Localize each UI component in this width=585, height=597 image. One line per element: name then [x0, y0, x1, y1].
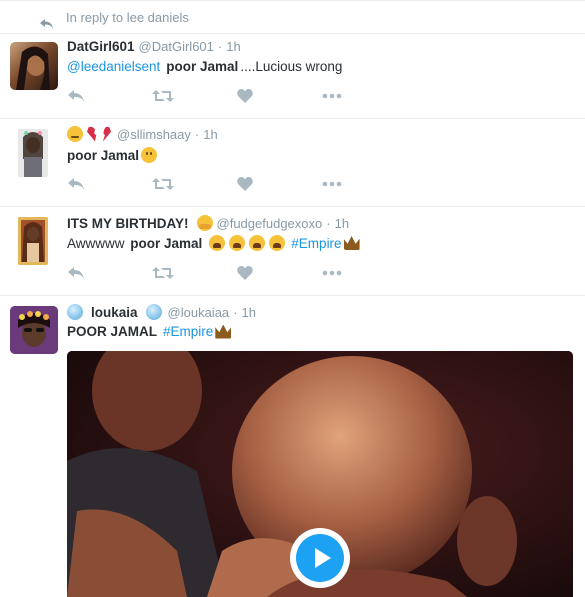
separator-dot: ·: [217, 39, 223, 54]
timestamp[interactable]: 1h: [226, 39, 240, 54]
reply-icon[interactable]: [67, 266, 85, 280]
tweet[interactable]: ITS MY BIRTHDAY! @fudgefudgexoxo · 1h Aw…: [0, 207, 585, 296]
retweet-icon[interactable]: [152, 177, 174, 191]
tweet[interactable]: @sllimshaay · 1h poor Jamal: [0, 119, 585, 207]
tweet-text-prefix: Awwwww: [67, 235, 129, 251]
reply-arrow-icon: [40, 19, 53, 29]
timestamp[interactable]: 1h: [242, 305, 256, 320]
display-name[interactable]: ITS MY BIRTHDAY!: [67, 216, 189, 231]
tweet-header: @sllimshaay · 1h: [67, 126, 218, 142]
like-icon[interactable]: [237, 177, 253, 191]
avatar[interactable]: [18, 129, 48, 177]
timestamp[interactable]: 1h: [203, 127, 217, 142]
weary-face-emoji: [249, 235, 266, 251]
like-icon[interactable]: [237, 89, 253, 103]
hugging-face-emoji: [196, 215, 213, 231]
hashtag-link[interactable]: #Empire: [163, 324, 213, 339]
weary-face-emoji: [269, 235, 286, 251]
weary-face-emoji: [229, 235, 246, 251]
frowning-face-emoji: [141, 147, 158, 163]
username[interactable]: @fudgefudgexoxo: [217, 216, 323, 231]
bold-text: POOR JAMAL: [67, 324, 158, 339]
play-button[interactable]: [290, 528, 350, 588]
retweet-icon[interactable]: [152, 89, 174, 103]
tweet-text: poor Jamal: [67, 147, 158, 163]
separator-dot: ·: [326, 215, 331, 231]
weary-face-emoji: [209, 235, 226, 251]
mention-link[interactable]: @leedanielsent: [67, 59, 160, 74]
separator-dot: ·: [194, 126, 200, 142]
tweet-text-rest: ....Lucious wrong: [240, 59, 343, 74]
hashtag-link[interactable]: #Empire: [291, 236, 341, 251]
bold-text: poor Jamal: [67, 147, 140, 163]
display-name[interactable]: DatGirl601: [67, 39, 135, 54]
tweet-text: Awwwww poor Jamal #Empire: [67, 235, 360, 251]
tweet-text: POOR JAMAL #Empire: [67, 324, 232, 339]
crown-emoji: [343, 236, 360, 250]
display-name[interactable]: loukaia: [91, 305, 138, 320]
tweet[interactable]: DatGirl601 @DatGirl601 · 1h @leedanielse…: [0, 34, 585, 119]
more-icon[interactable]: [322, 181, 342, 187]
tweet-actions: [67, 263, 407, 283]
bold-text: poor Jamal: [166, 59, 239, 74]
tweet-header: ITS MY BIRTHDAY! @fudgefudgexoxo · 1h: [67, 215, 349, 231]
username[interactable]: @loukaiaa: [168, 305, 230, 320]
video-media[interactable]: [67, 351, 573, 597]
tweet-text: @leedanielsent poor Jamal ....Lucious wr…: [67, 59, 342, 74]
reply-context[interactable]: In reply to lee daniels: [0, 0, 585, 34]
username[interactable]: @DatGirl601: [139, 39, 214, 54]
separator-dot: ·: [233, 304, 238, 320]
timestamp[interactable]: 1h: [335, 216, 349, 231]
reply-context-text: In reply to lee daniels: [66, 10, 189, 25]
tweet-header: loukaia @loukaiaa · 1h: [67, 304, 256, 320]
tweet-actions: [67, 86, 407, 106]
bold-text: poor Jamal: [130, 235, 203, 251]
more-icon[interactable]: [322, 93, 342, 99]
crystal-ball-emoji: [67, 304, 83, 320]
broken-heart-emoji: [87, 126, 97, 142]
reply-icon[interactable]: [67, 177, 85, 191]
broken-heart-emoji-right: [103, 126, 111, 142]
crystal-ball-emoji: [145, 304, 162, 320]
sleepy-face-emoji: [67, 126, 83, 142]
crown-emoji: [215, 324, 232, 339]
avatar[interactable]: [18, 217, 48, 265]
avatar[interactable]: [10, 306, 58, 354]
retweet-icon[interactable]: [152, 266, 174, 280]
avatar[interactable]: [10, 42, 58, 90]
reply-icon[interactable]: [67, 89, 85, 103]
more-icon[interactable]: [322, 270, 342, 276]
tweet-actions: [67, 174, 407, 194]
play-icon: [296, 534, 344, 582]
tweet-header: DatGirl601 @DatGirl601 · 1h: [67, 39, 241, 54]
like-icon[interactable]: [237, 266, 253, 280]
username[interactable]: @sllimshaay: [117, 127, 191, 142]
